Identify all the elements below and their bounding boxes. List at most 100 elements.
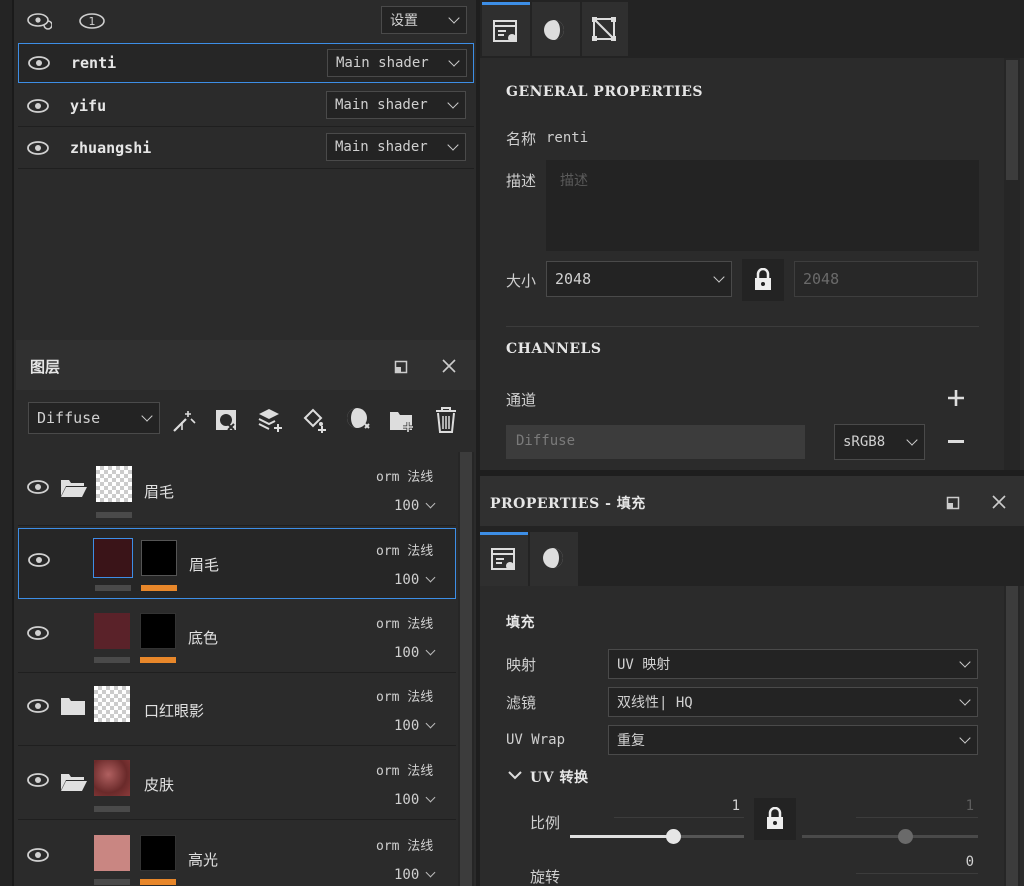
eye-refresh-icon[interactable] [26, 11, 52, 31]
visibility-eye-icon[interactable] [26, 698, 50, 714]
layer-blend-mode[interactable]: orm 法线 [376, 835, 433, 854]
layer-blend-mode[interactable]: orm 法线 [376, 466, 433, 485]
tab-settings[interactable] [482, 2, 530, 56]
layer-row[interactable]: 眉毛 orm 法线 100 [18, 528, 456, 599]
visibility-eye-icon[interactable] [26, 98, 50, 114]
add-mask-icon[interactable] [214, 408, 240, 434]
delete-icon[interactable] [434, 406, 458, 434]
visibility-eye-icon[interactable] [27, 55, 51, 71]
settings-scrollbar[interactable] [1004, 58, 1020, 470]
settings-panel-icon [493, 20, 517, 42]
layer-opacity[interactable]: 100 [394, 867, 436, 883]
mask-thumbnail [141, 540, 177, 576]
rotate-value-field[interactable]: 0 [856, 854, 978, 874]
layers-title: 图层 [30, 358, 61, 376]
layers-scrollbar-thumb[interactable] [460, 452, 472, 886]
rotate-value: 0 [965, 854, 974, 870]
add-folder-icon[interactable] [388, 408, 416, 434]
mapping-dropdown[interactable]: UV 映射 [608, 649, 978, 679]
texture-set-name: renti [71, 54, 117, 72]
layer-thumbnail [94, 760, 130, 796]
layer-name: 眉毛 [144, 483, 175, 501]
mask-active-bar [140, 879, 176, 885]
layer-row[interactable]: 底色 orm 法线 100 [18, 601, 456, 673]
remove-channel-icon[interactable] [948, 440, 964, 444]
layer-blend-mode[interactable]: orm 法线 [376, 540, 433, 559]
maximize-icon[interactable] [394, 360, 408, 374]
visibility-eye-icon[interactable] [26, 140, 50, 156]
layer-blend-mode[interactable]: orm 法线 [376, 613, 433, 632]
close-icon[interactable] [991, 494, 1007, 510]
thumbnail-bar [94, 657, 130, 663]
layer-blend-mode[interactable]: orm 法线 [376, 760, 433, 779]
visibility-eye-icon[interactable] [26, 772, 50, 788]
folder-open-icon[interactable] [60, 478, 88, 498]
add-layer-icon[interactable] [257, 406, 285, 434]
layers-scrollbar[interactable] [458, 452, 474, 886]
close-icon[interactable] [441, 358, 457, 374]
texture-set-row[interactable]: yifu Main shader [18, 85, 474, 127]
size-lock-button[interactable] [742, 259, 784, 301]
shader-label: Main shader [336, 55, 429, 71]
filter-dropdown[interactable]: 双线性| HQ [608, 687, 978, 717]
add-fill-layer-icon[interactable] [301, 406, 329, 434]
visibility-eye-icon[interactable] [26, 625, 50, 641]
folder-open-icon[interactable] [60, 772, 88, 792]
layer-opacity-value: 100 [394, 498, 420, 514]
layer-opacity[interactable]: 100 [394, 792, 436, 808]
channel-name-field[interactable]: Diffuse [506, 425, 805, 459]
visibility-eye-icon[interactable] [27, 552, 51, 568]
add-effect-icon[interactable] [345, 406, 373, 434]
magic-wand-icon[interactable] [171, 408, 197, 434]
scale-slider-handle[interactable] [666, 829, 681, 844]
tab-mesh[interactable] [582, 2, 628, 56]
layer-opacity[interactable]: 100 [394, 718, 436, 734]
scale-value-field[interactable]: 1 [614, 798, 744, 818]
description-label: 描述 [506, 172, 537, 190]
settings-panel-icon [491, 548, 515, 570]
shader-dropdown[interactable]: Main shader [326, 91, 466, 119]
svg-text:1: 1 [89, 15, 96, 28]
scale-locked-slider-handle [898, 829, 913, 844]
layer-name: 口红眼影 [144, 702, 205, 720]
layer-opacity[interactable]: 100 [394, 572, 436, 588]
channel-select[interactable]: Diffuse [28, 402, 160, 434]
layer-row[interactable]: 高光 orm 法线 100 [18, 821, 456, 886]
tab-fill-properties[interactable] [480, 532, 528, 586]
chevron-down-icon[interactable] [508, 770, 522, 780]
uvwrap-dropdown[interactable]: 重复 [608, 725, 978, 755]
size-dropdown[interactable]: 2048 [546, 261, 732, 297]
layer-row[interactable]: 皮肤 orm 法线 100 [18, 748, 456, 820]
eye-info-icon[interactable]: 1 [78, 10, 108, 32]
add-channel-icon[interactable] [947, 389, 965, 407]
tab-material[interactable] [530, 532, 578, 586]
maximize-icon[interactable] [946, 496, 960, 510]
layer-opacity[interactable]: 100 [394, 498, 436, 514]
settings-scrollbar-thumb[interactable] [1006, 60, 1018, 180]
visibility-eye-icon[interactable] [26, 847, 50, 863]
layer-opacity[interactable]: 100 [394, 645, 436, 661]
description-field[interactable]: 描述 [546, 160, 979, 251]
layers-header: 图层 [16, 340, 478, 390]
channels-title: CHANNELS [506, 341, 602, 357]
scale-slider[interactable] [570, 828, 744, 844]
layer-row[interactable]: 口红眼影 orm 法线 100 [18, 674, 456, 746]
channel-format-dropdown[interactable]: sRGB8 [834, 424, 925, 460]
layer-blend-mode[interactable]: orm 法线 [376, 686, 433, 705]
texture-set-row[interactable]: renti Main shader [18, 43, 474, 83]
texture-set-toolbar: 1 设置 [16, 0, 476, 40]
properties-scrollbar[interactable] [1004, 586, 1020, 886]
visibility-eye-icon[interactable] [26, 479, 50, 495]
folder-icon[interactable] [60, 696, 86, 716]
texture-set-list-panel: 1 设置 renti Main shader yifu Main shader … [16, 0, 476, 340]
shader-dropdown[interactable]: Main shader [326, 133, 466, 161]
texture-set-row[interactable]: zhuangshi Main shader [18, 127, 474, 169]
layer-name: 眉毛 [189, 556, 220, 574]
layer-row[interactable]: 眉毛 orm 法线 100 [18, 454, 456, 526]
scale-value: 1 [731, 798, 740, 814]
tab-material[interactable] [532, 2, 580, 56]
shader-dropdown[interactable]: Main shader [327, 49, 467, 77]
properties-scrollbar-thumb[interactable] [1006, 586, 1018, 886]
scale-lock-button[interactable] [754, 798, 796, 840]
settings-dropdown[interactable]: 设置 [381, 6, 467, 34]
